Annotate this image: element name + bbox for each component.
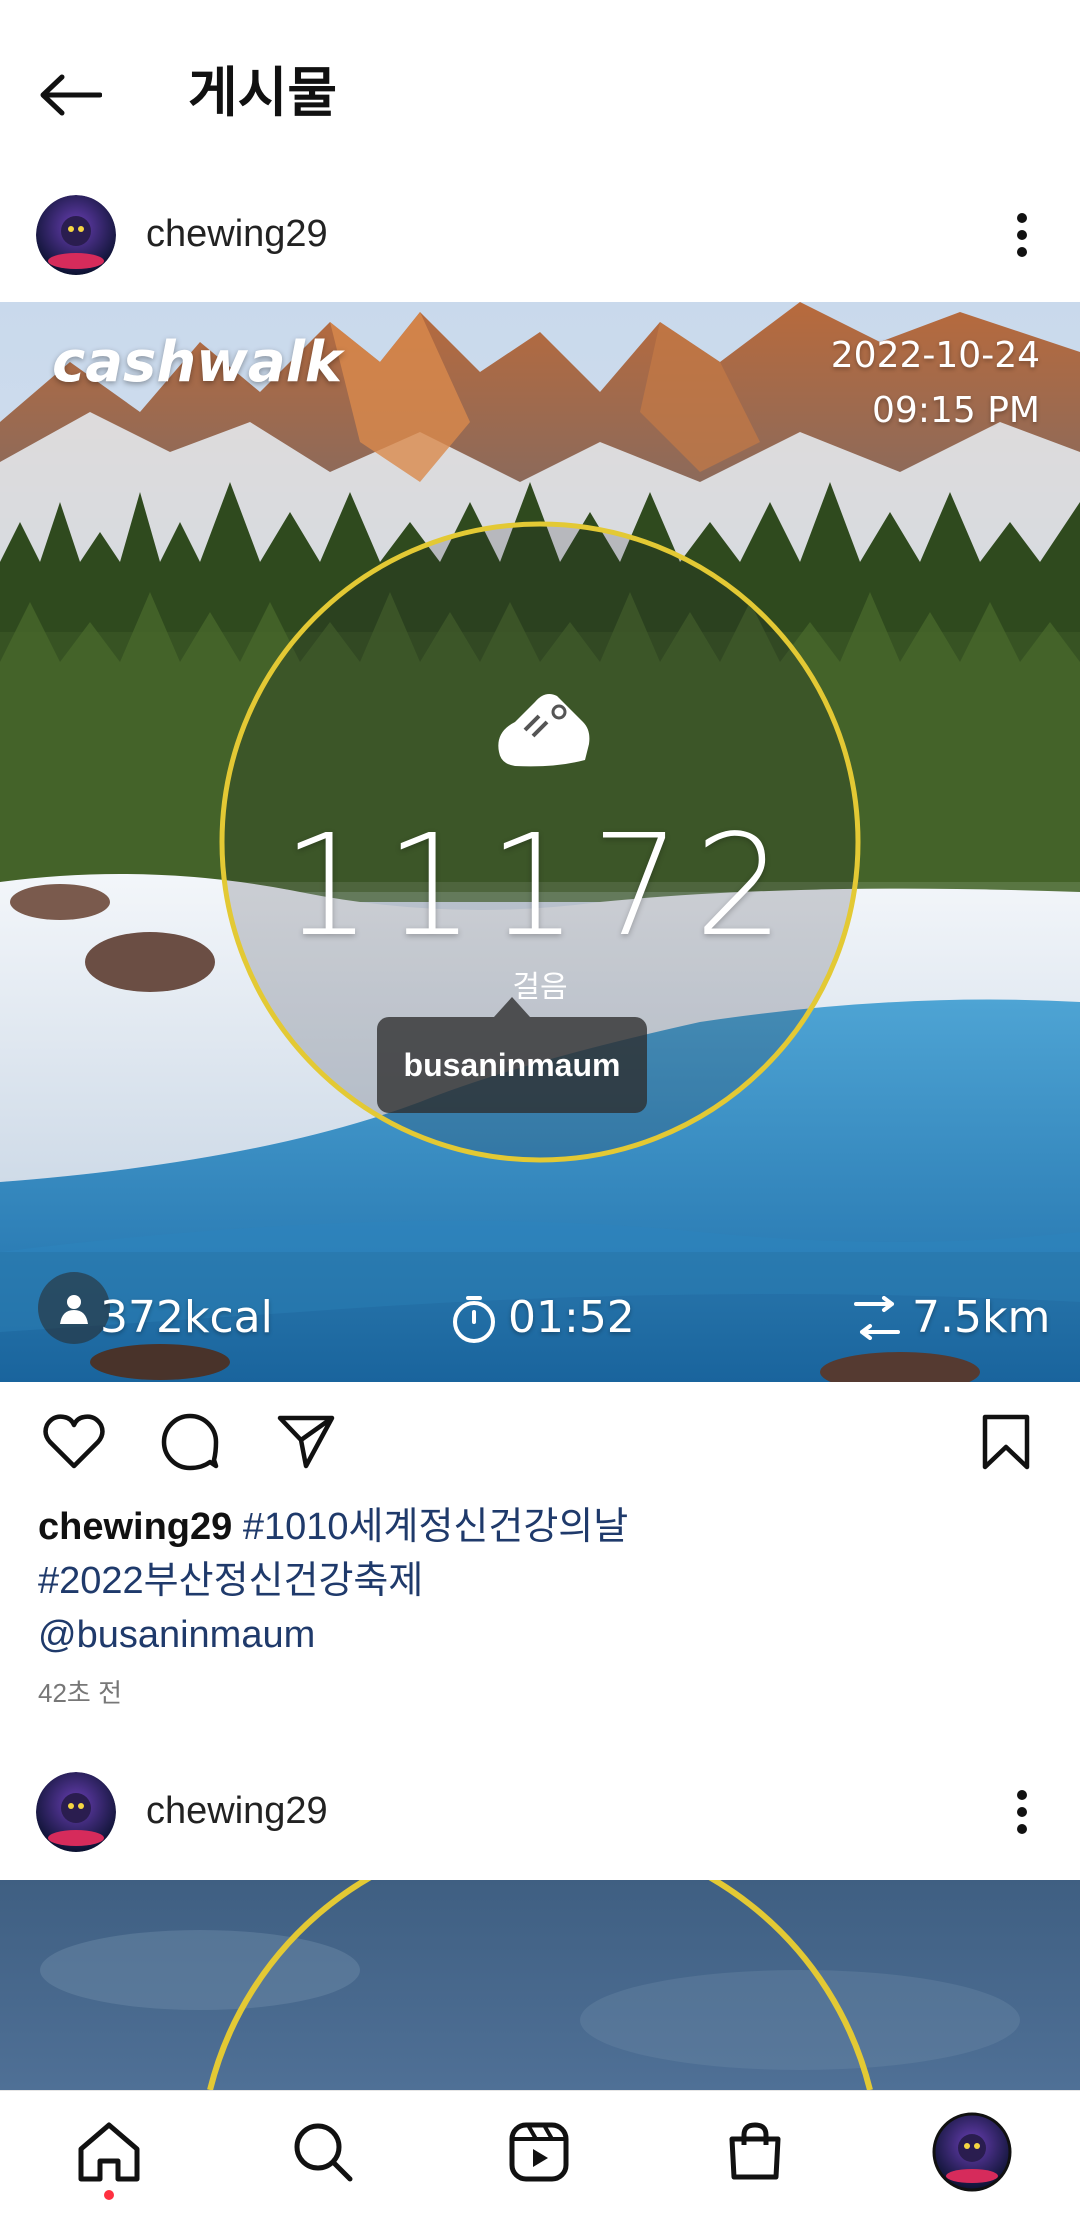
avatar[interactable] (36, 1772, 116, 1852)
step-count: 11172 (282, 805, 798, 968)
like-button[interactable] (36, 1404, 112, 1480)
post-image[interactable] (0, 1880, 1080, 2090)
nav-reels[interactable] (497, 2110, 581, 2194)
step-label: 걸음 (512, 970, 568, 1005)
search-icon (294, 2123, 353, 2182)
notification-dot (104, 2190, 114, 2200)
more-options-button[interactable] (992, 195, 1052, 275)
cashwalk-logo: cashwalk (52, 330, 343, 395)
duration-value: 01:52 (508, 1292, 635, 1343)
nav-search[interactable] (281, 2110, 365, 2194)
tag-bubble-arrow (494, 997, 530, 1017)
post-username[interactable]: chewing29 (146, 1786, 328, 1836)
nav-profile[interactable] (930, 2110, 1014, 2194)
post-caption: chewing29 #1010세계정신건강의날 #2022부산정신건강축제 @b… (38, 1500, 1038, 1662)
avatar[interactable] (36, 195, 116, 275)
more-options-button[interactable] (992, 1772, 1052, 1852)
back-button[interactable] (30, 55, 110, 135)
calories-value: 372kcal (100, 1292, 273, 1343)
mention-link[interactable]: @busaninmaum (38, 1614, 315, 1656)
comment-icon (161, 1413, 219, 1471)
reels-icon (509, 2122, 569, 2182)
nav-shop[interactable] (713, 2110, 797, 2194)
route-icon (854, 1296, 900, 1340)
profile-avatar (932, 2112, 1012, 2192)
more-vertical-icon (1017, 1790, 1027, 1834)
post-username[interactable]: chewing29 (146, 209, 328, 259)
user-tag-bubble[interactable]: busaninmaum (377, 1017, 647, 1113)
person-icon (60, 1295, 88, 1324)
heart-icon (43, 1414, 105, 1469)
calories-stat: 372kcal (100, 1290, 273, 1346)
shop-icon (729, 2122, 781, 2180)
hashtag-link[interactable]: #1010세계정신건강의날 (243, 1506, 628, 1548)
hashtag-link[interactable]: #2022부산정신건강축제 (38, 1560, 423, 1602)
record-time: 09:15 PM (872, 390, 1040, 431)
share-button[interactable] (268, 1404, 344, 1480)
home-icon (78, 2122, 140, 2182)
top-app-bar (0, 0, 1080, 180)
distance-stat: 7.5km (852, 1290, 1050, 1346)
send-icon (277, 1415, 335, 1469)
stopwatch-icon (453, 1296, 495, 1343)
page-title: 게시물 (188, 63, 338, 123)
post-timestamp: 42초 전 (38, 1678, 122, 1708)
bookmark-icon (982, 1414, 1030, 1470)
more-vertical-icon (1017, 213, 1027, 257)
comment-button[interactable] (152, 1404, 228, 1480)
duration-stat: 01:52 (450, 1290, 635, 1346)
arrow-left-icon (40, 74, 102, 116)
caption-username[interactable]: chewing29 (38, 1506, 232, 1548)
record-date: 2022-10-24 (830, 335, 1040, 376)
save-button[interactable] (968, 1404, 1044, 1480)
distance-value: 7.5km (912, 1292, 1051, 1343)
nav-home[interactable] (67, 2110, 151, 2194)
